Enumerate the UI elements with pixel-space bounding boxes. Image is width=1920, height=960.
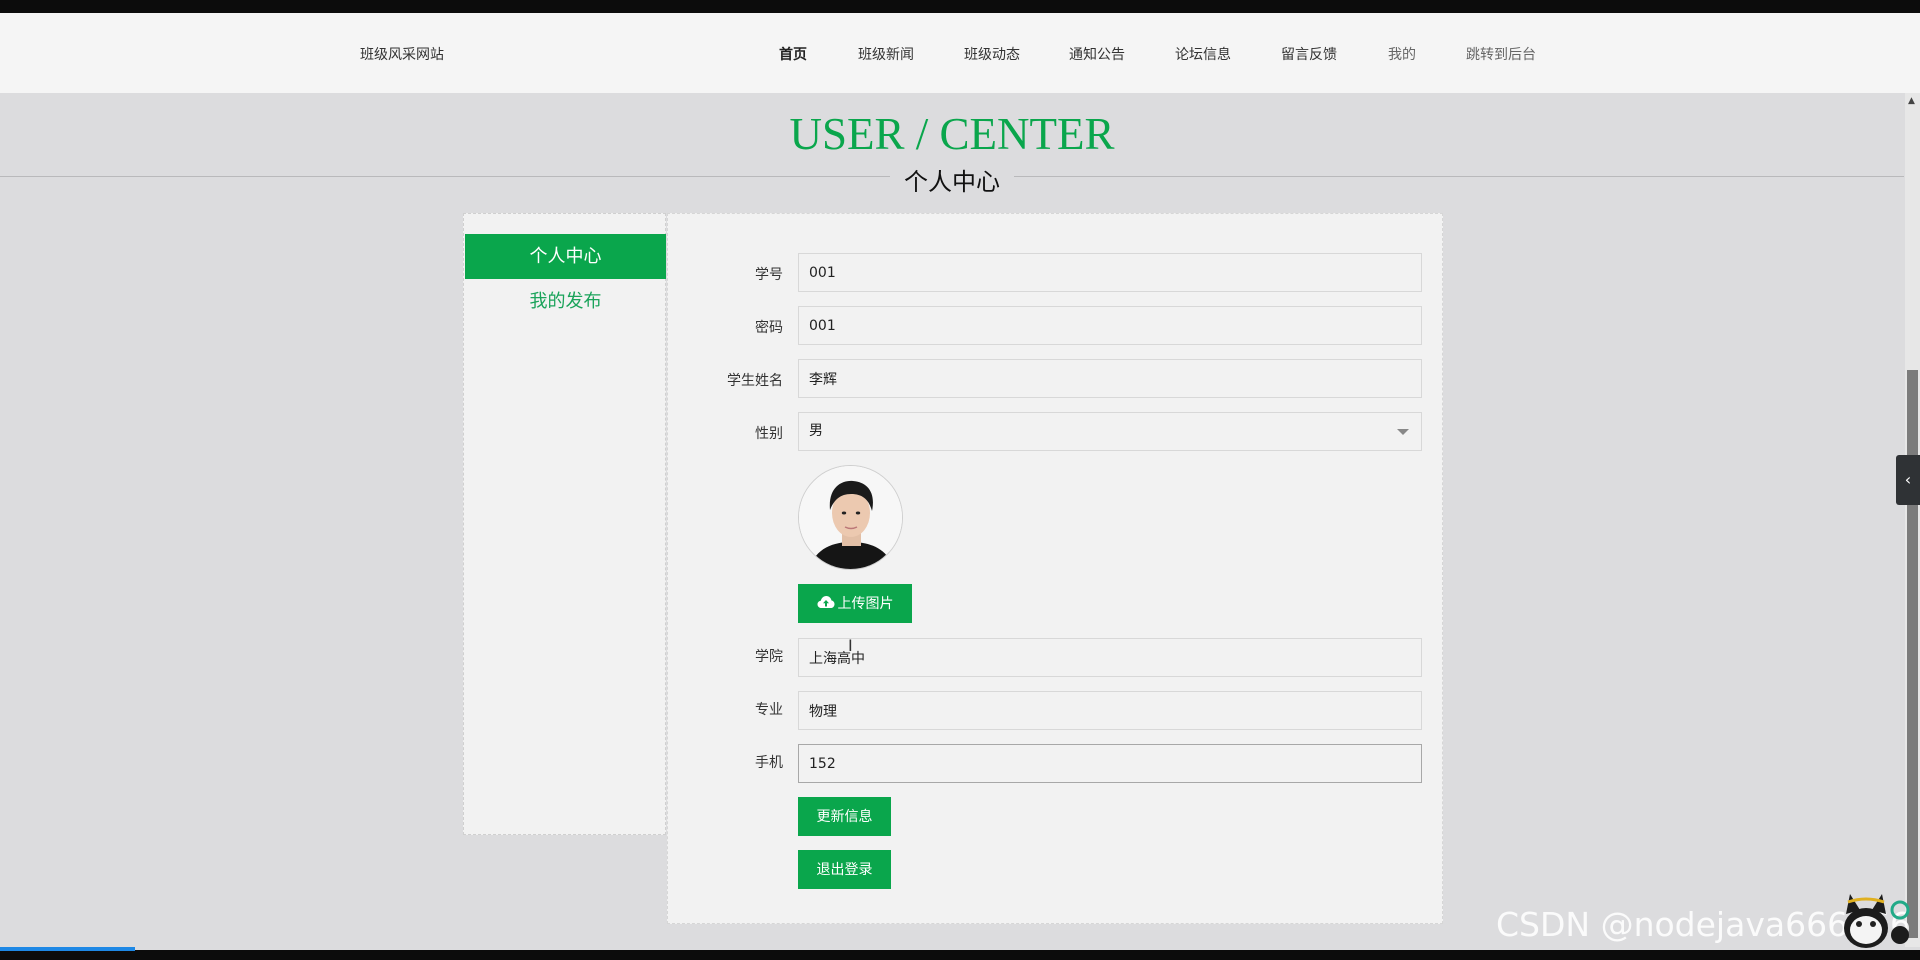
logout-button[interactable]: 退出登录 <box>798 850 891 889</box>
nav-home[interactable]: 首页 <box>779 44 807 64</box>
major-label: 专业 <box>755 702 783 718</box>
scroll-up-arrow-icon[interactable]: ▲ <box>1908 96 1915 106</box>
text-cursor-icon: I <box>848 636 853 655</box>
nav-feedback[interactable]: 留言反馈 <box>1281 44 1337 64</box>
user-sidebar: 个人中心 我的发布 <box>463 213 666 835</box>
caret-down-icon <box>1397 429 1409 435</box>
student-id-input[interactable] <box>798 253 1422 292</box>
avatar <box>798 465 903 570</box>
update-info-button[interactable]: 更新信息 <box>798 797 891 836</box>
nav-admin[interactable]: 跳转到后台 <box>1466 44 1536 64</box>
nav-mine[interactable]: 我的 <box>1388 44 1416 64</box>
student-id-label: 学号 <box>755 267 783 283</box>
chevron-left-icon[interactable]: ‹ <box>1896 455 1920 505</box>
nav-class-activity[interactable]: 班级动态 <box>964 44 1020 64</box>
sidebar-item-profile[interactable]: 个人中心 <box>465 234 666 279</box>
avatar-photo <box>799 466 902 569</box>
bottom-black-bar <box>0 950 1920 960</box>
site-title[interactable]: 班级风采网站 <box>360 44 444 64</box>
top-navigation: 班级风采网站 首页 班级新闻 班级动态 通知公告 论坛信息 留言反馈 我的 跳转… <box>0 13 1920 93</box>
nav-notices[interactable]: 通知公告 <box>1069 44 1125 64</box>
sidebar-item-my-posts[interactable]: 我的发布 <box>465 279 666 324</box>
upload-image-label: 上传图片 <box>837 595 894 611</box>
page-title-en: USER / CENTER <box>789 109 1115 159</box>
gender-select[interactable]: 男 <box>798 412 1422 451</box>
major-input[interactable] <box>798 691 1422 730</box>
gender-label: 性别 <box>755 426 783 442</box>
page-title-cn-wrap: 个人中心 <box>0 162 1904 197</box>
name-input[interactable] <box>798 359 1422 398</box>
phone-input[interactable] <box>798 744 1422 783</box>
name-label: 学生姓名 <box>727 373 783 389</box>
phone-label: 手机 <box>755 755 783 771</box>
bottom-progress-indicator <box>0 947 135 951</box>
page-title-cn: 个人中心 <box>890 162 1014 197</box>
gender-selected-value: 男 <box>809 423 823 439</box>
nav-forum[interactable]: 论坛信息 <box>1175 44 1231 64</box>
top-black-bar <box>0 0 1920 13</box>
password-input[interactable] <box>798 306 1422 345</box>
college-label: 学院 <box>755 649 783 665</box>
college-input[interactable] <box>798 638 1422 677</box>
cloud-upload-icon <box>817 585 835 624</box>
nav-class-news[interactable]: 班级新闻 <box>858 44 914 64</box>
password-label: 密码 <box>755 320 783 336</box>
mascot-image <box>1828 880 1918 950</box>
upload-image-button[interactable]: 上传图片 <box>798 584 912 623</box>
